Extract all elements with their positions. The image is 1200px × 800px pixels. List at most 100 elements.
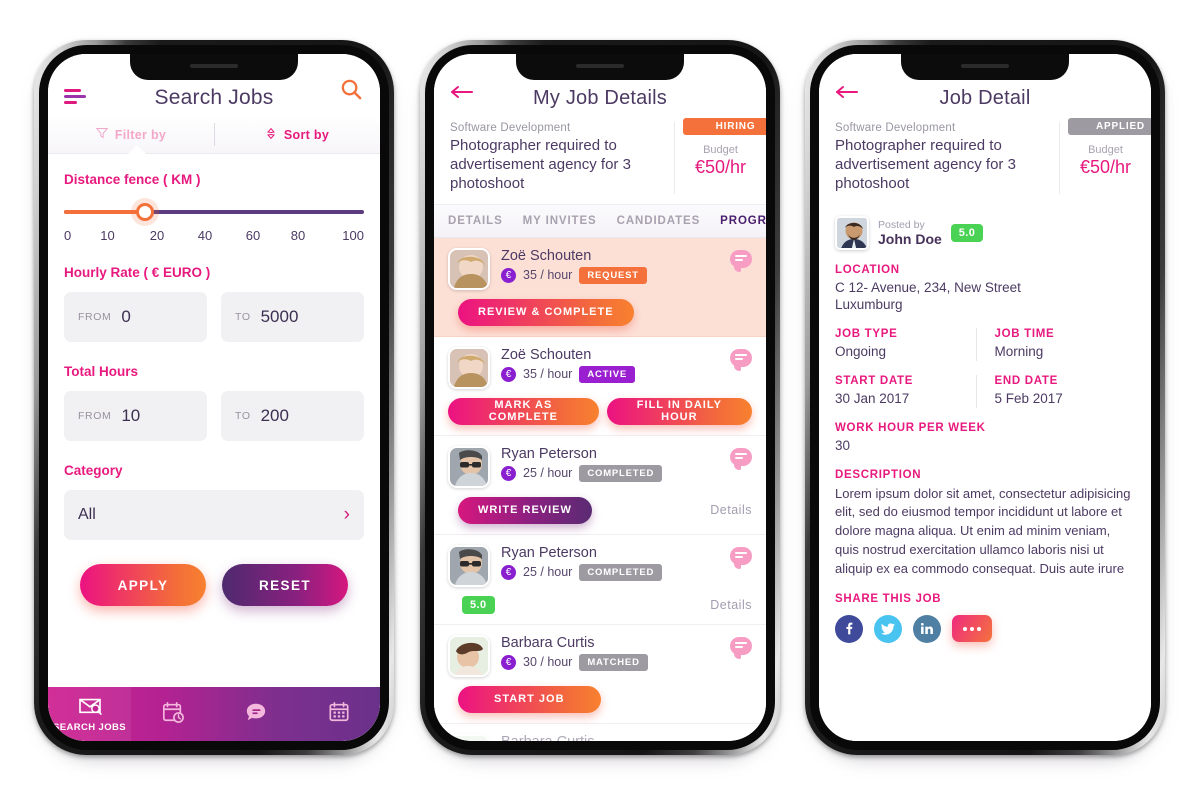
hourly-from-prefix: FROM bbox=[78, 311, 112, 323]
status-badge: APPLIED bbox=[1068, 118, 1151, 135]
reset-button[interactable]: RESET bbox=[222, 564, 348, 606]
chat-icon bbox=[245, 701, 267, 728]
hourly-from-input[interactable]: FROM 0 bbox=[64, 292, 207, 342]
slider-knob[interactable] bbox=[136, 203, 154, 221]
twitter-icon[interactable] bbox=[874, 614, 902, 643]
phone1-screen: Search Jobs Filter by Sort by Distance f… bbox=[48, 54, 380, 741]
candidate-rate: 25 / hour bbox=[523, 466, 573, 481]
avatar bbox=[448, 733, 490, 741]
avatar bbox=[448, 346, 490, 389]
mockup-stage: Search Jobs Filter by Sort by Distance f… bbox=[0, 0, 1200, 800]
table-row[interactable]: Zoë Schouten € 35 / hour ACTIVE MARK AS … bbox=[434, 337, 766, 436]
apply-button[interactable]: APPLY bbox=[80, 564, 206, 606]
filter-actions: APPLY RESET bbox=[64, 540, 364, 606]
hamburger-icon[interactable] bbox=[64, 89, 88, 110]
chat-icon[interactable] bbox=[730, 636, 752, 659]
tick-10: 10 bbox=[100, 228, 115, 243]
end-date-section: END DATE 5 Feb 2017 bbox=[975, 375, 1136, 408]
search-icon[interactable] bbox=[340, 78, 364, 110]
candidate-name: Zoë Schouten bbox=[501, 346, 592, 363]
hours-to-input[interactable]: TO 200 bbox=[221, 391, 364, 441]
job-category: Software Development bbox=[835, 122, 956, 134]
job-title: Photographer required to advertisement a… bbox=[835, 137, 1016, 193]
candidate-name: Ryan Peterson bbox=[501, 544, 597, 561]
start-job-button[interactable]: START JOB bbox=[458, 685, 601, 713]
chevron-right-icon: › bbox=[343, 504, 350, 525]
description-value: Lorem ipsum dolor sit amet, consectetur … bbox=[835, 485, 1131, 576]
more-icon[interactable] bbox=[952, 615, 992, 643]
back-arrow-icon[interactable] bbox=[835, 85, 859, 110]
chat-icon[interactable] bbox=[730, 447, 752, 470]
posted-by-label: Posted by bbox=[878, 218, 925, 231]
mark-complete-button[interactable]: MARK AS COMPLETE bbox=[448, 397, 599, 425]
sort-by-label: Sort by bbox=[283, 127, 330, 142]
budget-value: €50/hr bbox=[694, 157, 747, 177]
tab-details[interactable]: DETAILS bbox=[448, 215, 503, 227]
tabbar-item-chat[interactable] bbox=[214, 701, 297, 728]
linkedin-icon[interactable] bbox=[913, 614, 941, 643]
tab-progress[interactable]: PROGRESS bbox=[720, 215, 766, 227]
end-date-label: END DATE bbox=[994, 375, 1059, 387]
sort-by-tab[interactable]: Sort by bbox=[214, 116, 380, 153]
filter-by-label: Filter by bbox=[114, 127, 167, 142]
tab-candidates[interactable]: CANDIDATES bbox=[617, 215, 701, 227]
notch bbox=[516, 54, 684, 80]
active-tab-caret bbox=[127, 145, 146, 154]
chat-icon[interactable] bbox=[730, 348, 752, 371]
phone-mockup-job-detail: Job Detail Software Development Photogra… bbox=[805, 40, 1165, 759]
fill-daily-hour-button[interactable]: FILL IN DAILY HOUR bbox=[606, 397, 752, 425]
status-badge: REQUEST bbox=[579, 266, 647, 284]
chat-icon[interactable] bbox=[730, 546, 752, 569]
candidate-name: Barbara Curtis bbox=[501, 734, 752, 741]
distance-label: Distance fence ( KM ) bbox=[64, 172, 201, 187]
job-title: Photographer required to advertisement a… bbox=[450, 137, 631, 193]
hours-from-input[interactable]: FROM 10 bbox=[64, 391, 207, 441]
job-type-time-row: JOB TYPE Ongoing JOB TIME Morning bbox=[835, 328, 1135, 361]
job-category: Software Development bbox=[450, 122, 571, 134]
hourly-from-value: 0 bbox=[121, 307, 131, 326]
tabbar-item-calendar[interactable] bbox=[297, 701, 380, 728]
facebook-icon[interactable] bbox=[835, 614, 863, 643]
avatar bbox=[835, 215, 869, 250]
location-label: LOCATION bbox=[835, 263, 900, 276]
notch bbox=[130, 54, 298, 80]
posted-by[interactable]: Posted by John Doe 5.0 bbox=[835, 204, 1135, 264]
table-row[interactable]: Zoë Schouten € 35 / hour REQUEST REVIEW … bbox=[434, 237, 766, 337]
sort-diamond-icon bbox=[265, 127, 277, 143]
hourly-rate-label: Hourly Rate ( € EURO ) bbox=[64, 265, 211, 280]
category-select[interactable]: All › bbox=[64, 490, 364, 540]
budget-label: Budget bbox=[703, 144, 738, 156]
bottom-tabbar: SEARCH JOBS bbox=[48, 687, 380, 741]
table-row[interactable]: Ryan Peterson € 25 / hour COMPLETED 5.0 … bbox=[434, 535, 766, 625]
details-link[interactable]: Details bbox=[710, 598, 752, 612]
budget-label: Budget bbox=[1088, 144, 1123, 156]
details-link[interactable]: Details bbox=[710, 503, 752, 517]
funnel-icon bbox=[95, 127, 109, 142]
candidate-rate: 35 / hour bbox=[523, 367, 573, 382]
start-date-label: START DATE bbox=[835, 375, 914, 387]
distance-slider[interactable] bbox=[64, 203, 364, 221]
hours-to-value: 200 bbox=[260, 406, 289, 425]
tabbar-item-search-jobs[interactable]: SEARCH JOBS bbox=[48, 687, 131, 741]
avatar bbox=[448, 544, 490, 587]
review-complete-button[interactable]: REVIEW & COMPLETE bbox=[458, 298, 634, 326]
candidate-name: Barbara Curtis bbox=[501, 634, 595, 651]
page-title: Search Jobs bbox=[154, 86, 274, 109]
tab-my-invites[interactable]: MY INVITES bbox=[523, 215, 597, 227]
candidate-name: Zoë Schouten bbox=[501, 247, 592, 264]
table-row[interactable]: Barbara Curtis € 30 / hour MATCHED START… bbox=[434, 625, 766, 724]
table-row[interactable]: Barbara Curtis € 30 / hour REJECTED bbox=[434, 724, 766, 741]
write-review-button[interactable]: WRITE REVIEW bbox=[458, 496, 592, 524]
candidate-rate: 30 / hour bbox=[523, 655, 573, 670]
hours-from-value: 10 bbox=[121, 406, 141, 425]
hourly-to-input[interactable]: TO 5000 bbox=[221, 292, 364, 342]
back-arrow-icon[interactable] bbox=[450, 85, 474, 110]
tabbar-item-schedule[interactable] bbox=[131, 701, 214, 728]
description-label: DESCRIPTION bbox=[835, 468, 922, 481]
phone1-body: Distance fence ( KM ) 0 10 20 40 60 80 1… bbox=[48, 154, 380, 741]
hourly-to-prefix: TO bbox=[235, 311, 251, 323]
chat-icon[interactable] bbox=[730, 249, 752, 272]
job-header: Software Development Photographer requir… bbox=[434, 116, 766, 204]
tick-40: 40 bbox=[197, 228, 213, 243]
table-row[interactable]: Ryan Peterson € 25 / hour COMPLETED WRIT… bbox=[434, 436, 766, 535]
